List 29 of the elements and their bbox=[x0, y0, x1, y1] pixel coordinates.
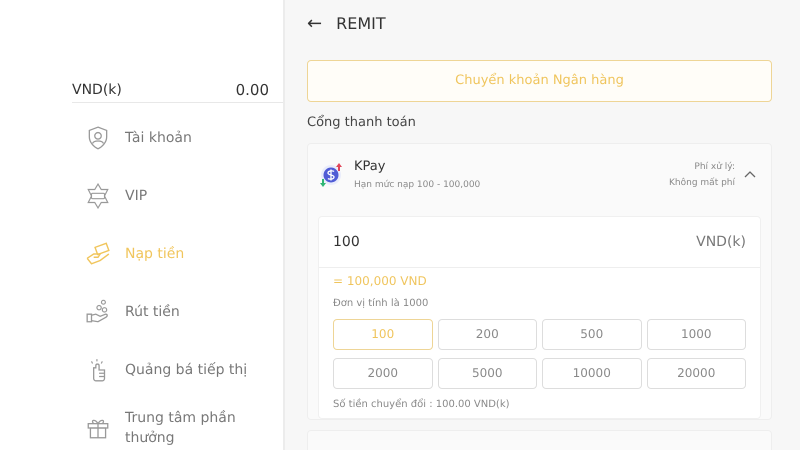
back-button[interactable]: ← bbox=[307, 13, 326, 34]
fee-value: Không mất phí bbox=[669, 176, 735, 190]
equivalent-amount: = 100,000 VND bbox=[333, 274, 428, 290]
amount-option[interactable]: 500 bbox=[542, 318, 642, 350]
amount-input[interactable]: 100 bbox=[333, 234, 696, 250]
unit-note: Đơn vị tính là 1000 bbox=[333, 298, 430, 309]
amount-option[interactable]: 2000 bbox=[333, 358, 432, 389]
converted-amount: Số tiền chuyển đổi : 100.00 VND(k) bbox=[333, 398, 511, 410]
amount-unit: VND(k) bbox=[696, 234, 746, 250]
gateway-name: KPay bbox=[354, 159, 386, 174]
amount-option[interactable]: 10000 bbox=[542, 358, 642, 389]
sidebar-item[interactable]: Trung tâm phần thưởng bbox=[72, 399, 283, 450]
amount-option[interactable]: 20000 bbox=[646, 358, 746, 389]
amount-option[interactable]: 200 bbox=[438, 318, 537, 350]
balance-currency: VND(k) bbox=[72, 82, 122, 98]
sidebar-item[interactable]: Rút tiền bbox=[72, 283, 283, 341]
fee-label: Phí xử lý: bbox=[693, 160, 735, 174]
hand-coins-icon bbox=[85, 299, 111, 325]
amount-option[interactable]: 5000 bbox=[438, 358, 537, 389]
sidebar-item[interactable]: Tài khoản bbox=[72, 109, 283, 167]
page-title: REMIT bbox=[336, 14, 386, 34]
vip-star-icon bbox=[85, 183, 111, 209]
balance-amount: 0.00 bbox=[236, 81, 269, 99]
hand-money-icon bbox=[85, 241, 111, 267]
sidebar-item[interactable]: VIP bbox=[72, 167, 283, 225]
sidebar-item[interactable]: Quảng bá tiếp thị bbox=[72, 341, 283, 399]
section-label: Cổng thanh toán bbox=[307, 114, 417, 132]
deposit-limit: Hạn mức nạp 100 - 100,000 bbox=[354, 180, 482, 190]
amount-option[interactable]: 1000 bbox=[646, 318, 746, 350]
